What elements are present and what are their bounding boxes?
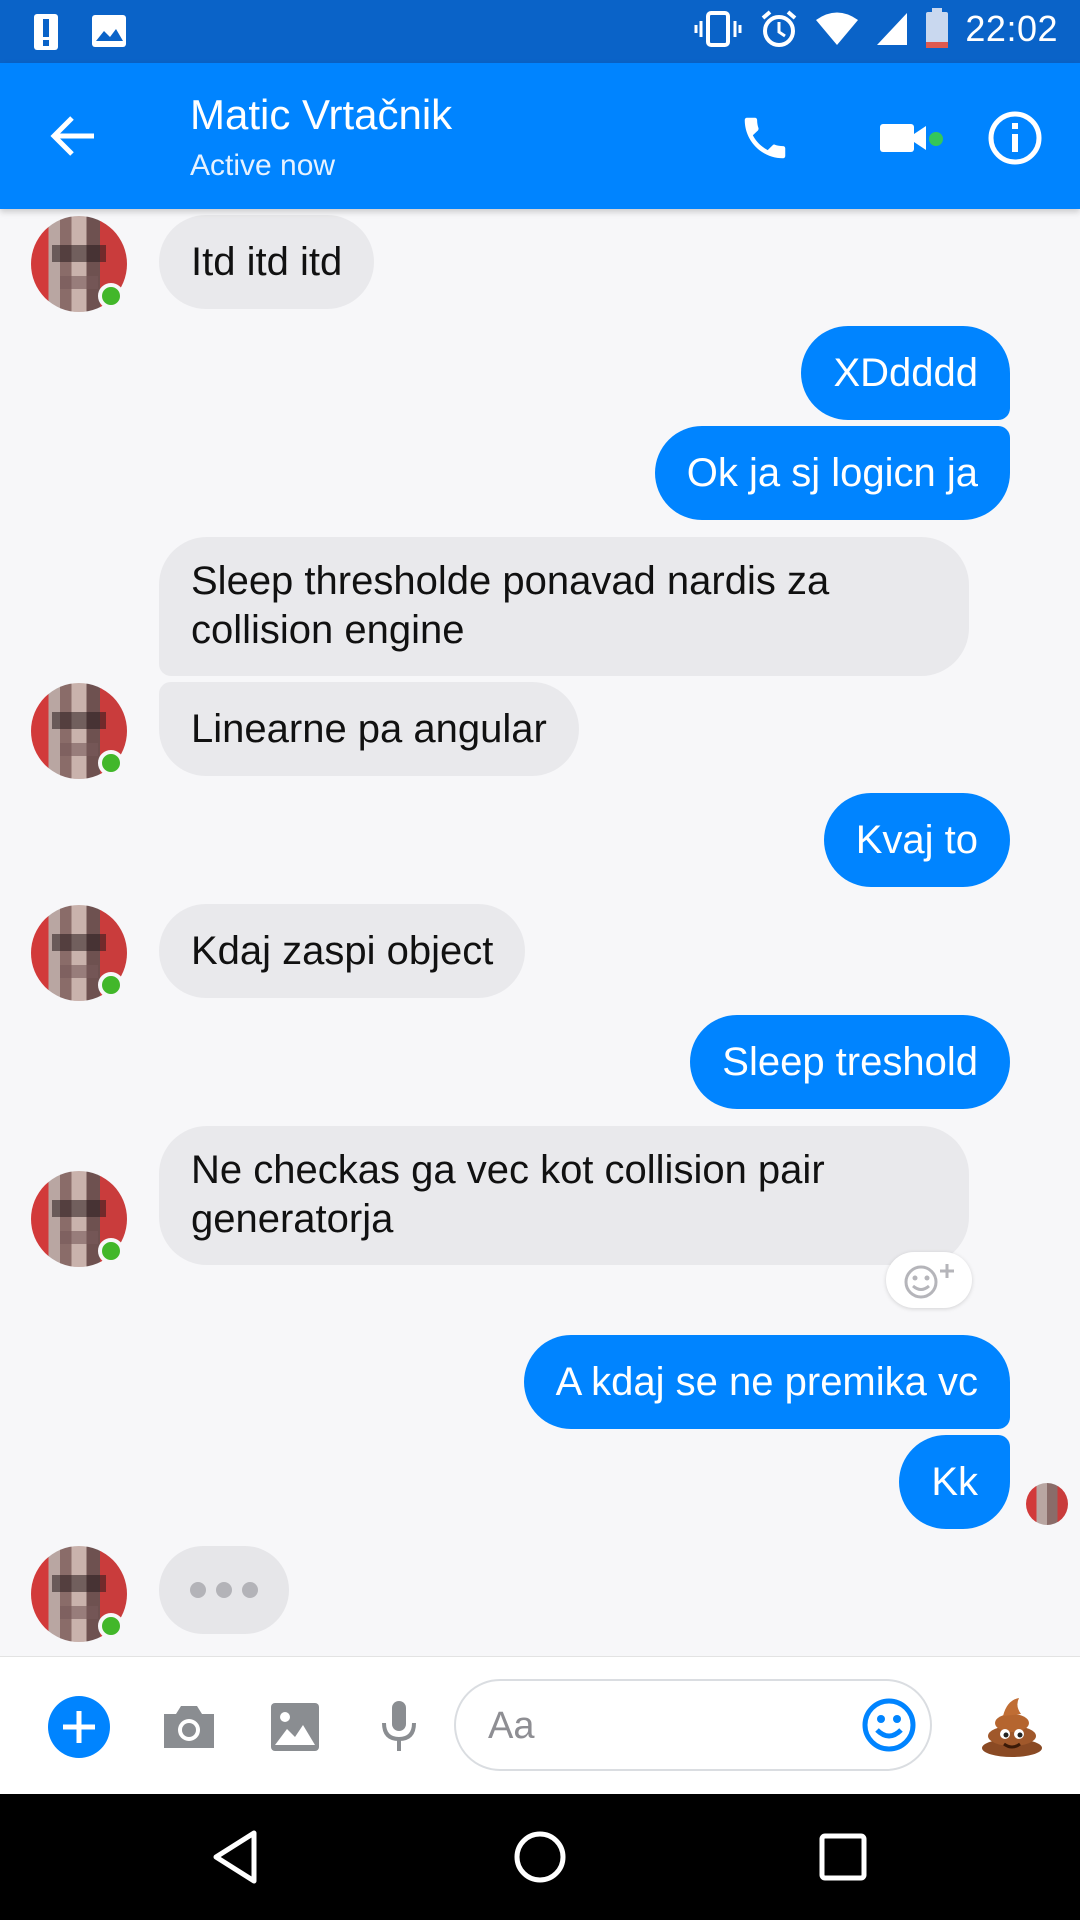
incoming-message[interactable]: Kdaj zaspi object [159,904,526,998]
conversation-info-button[interactable] [980,103,1050,173]
incoming-message[interactable]: Linearne pa angular [159,682,579,776]
alarm-icon [759,9,799,49]
contact-avatar[interactable] [31,1171,127,1267]
online-indicator [98,283,124,309]
outgoing-message[interactable]: Ok ja sj logicn ja [654,426,1010,520]
image-icon [271,1703,319,1751]
voice-call-button[interactable] [730,103,800,173]
microphone-icon [382,1701,416,1751]
seen-receipt-avatar [1026,1483,1068,1525]
smiley-plus-icon [904,1264,954,1299]
alert-notification-icon [32,10,60,52]
contact-avatar[interactable] [31,683,127,779]
active-status: Active now [190,149,336,182]
system-navigation-bar [0,1794,1080,1920]
video-online-indicator [928,131,944,147]
status-bar: 22:02 [0,0,1080,63]
outgoing-message[interactable]: Kk [899,1435,1010,1529]
poop-emoji-icon [982,1698,1042,1757]
message-input[interactable] [486,1681,830,1771]
nav-back-button[interactable] [200,1822,270,1892]
emoji-button[interactable] [856,1692,922,1758]
video-call-button[interactable] [860,103,950,173]
battery-icon [925,8,949,50]
phone-icon [744,117,786,159]
triangle-back-icon [213,1830,257,1884]
conversation-header: Matic Vrtačnik Active now [0,63,1080,209]
online-indicator [98,1238,124,1264]
online-indicator [98,750,124,776]
message-input-container[interactable] [454,1679,932,1771]
incoming-message[interactable]: Ne checkas ga vec kot collision pair gen… [159,1126,969,1265]
outgoing-message[interactable]: XDdddd [801,326,1010,420]
quick-reaction-button[interactable] [972,1687,1052,1767]
online-indicator [98,1613,124,1639]
video-camera-icon [880,124,926,152]
back-button[interactable] [40,108,104,164]
circle-home-icon [514,1831,566,1883]
contact-avatar[interactable] [31,905,127,1001]
camera-button[interactable] [156,1694,222,1760]
nav-recents-button[interactable] [808,1822,878,1892]
arrow-left-icon [50,116,94,156]
message-composer [0,1656,1080,1795]
add-reaction-button[interactable] [886,1252,972,1308]
camera-icon [164,1706,214,1748]
outgoing-message[interactable]: Sleep treshold [690,1015,1010,1109]
outgoing-message[interactable]: Kvaj to [823,793,1010,887]
cell-signal-icon [875,11,909,47]
wifi-icon [815,11,859,47]
square-recents-icon [819,1833,867,1881]
vibrate-icon [693,9,743,49]
info-icon [988,111,1042,165]
clock-time: 22:02 [965,8,1058,49]
nav-home-button[interactable] [505,1822,575,1892]
image-notification-icon [90,13,128,49]
incoming-message[interactable]: Sleep thresholde ponavad nardis za colli… [159,537,969,676]
smiley-icon [862,1698,916,1752]
outgoing-message[interactable]: A kdaj se ne premika vc [523,1335,1010,1429]
typing-indicator [159,1546,289,1634]
incoming-message[interactable]: Itd itd itd [159,215,375,309]
contact-name[interactable]: Matic Vrtačnik [190,91,452,139]
plus-circle-icon [48,1696,110,1758]
contact-avatar[interactable] [31,1546,127,1642]
voice-message-button[interactable] [366,1694,432,1760]
message-thread[interactable]: Itd itd itd XDdddd Ok ja sj logicn ja Sl… [0,209,1080,1656]
contact-avatar[interactable] [31,216,127,312]
gallery-button[interactable] [262,1694,328,1760]
more-actions-button[interactable] [46,1694,112,1760]
online-indicator [98,972,124,998]
